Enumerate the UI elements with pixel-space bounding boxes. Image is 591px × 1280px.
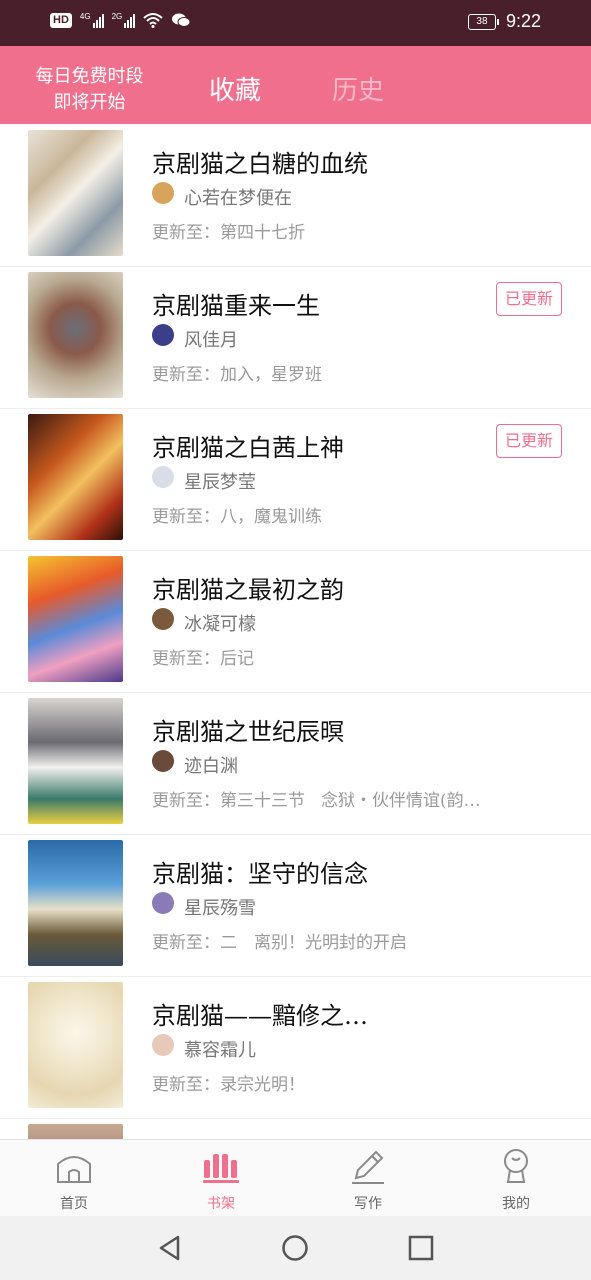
bookshelf-list[interactable]: 京剧猫之白糖的血统 心若在梦便在 更新至：第四十七折 京剧猫重来一生 已更新 风… [0,124,591,1140]
author-avatar [152,750,174,772]
book-author: 心若在梦便在 [184,188,292,209]
nav-home[interactable]: 首页 [24,1140,124,1217]
comic-cover-image [28,840,123,966]
book-author: 星辰梦莹 [184,472,256,493]
book-item[interactable]: 京剧猫之世纪辰暝 迹白渊 更新至：第三十三节 念狱・伙伴情谊(韵… [0,692,591,835]
shelf-header: 每日免费时段 即将开始 收藏 历史 [0,46,591,124]
updated-badge: 已更新 [496,424,562,458]
hd-icon: HD [50,12,72,28]
system-nav-bar [0,1216,591,1280]
comic-cover-image [28,1124,123,1140]
battery-icon: 38 [467,13,499,30]
signal-2g-icon: 2G [112,12,136,28]
book-update: 更新至：录宗光明！ [152,1075,305,1095]
book-update: 更新至：八，魔鬼训练 [152,507,322,527]
author-avatar [152,324,174,346]
home-circle-icon[interactable] [281,1234,309,1262]
bookshelf-icon [203,1154,239,1183]
profile-icon [504,1149,528,1183]
book-update-extra: 念狱・伙伴情谊(韵… [321,791,481,811]
book-title: 京剧猫之白糖的血统 [152,150,368,178]
book-author: 冰凝可檬 [184,614,256,635]
tab-history[interactable]: 历史 [332,70,384,107]
home-icon [57,1156,91,1183]
book-update: 更新至：第四十七折 [152,223,305,243]
comic-cover-image [28,556,123,682]
book-item[interactable]: 京剧猫之最初之韵 冰凝可檬 更新至：后记 [0,550,591,693]
promo-line-1: 每日免费时段 [35,66,144,87]
book-item[interactable]: 京剧猫：坚守的信念 星辰殇雪 更新至：二 离别！光明封的开启 [0,834,591,977]
book-update: 更新至：二 离别！光明封的开启 [152,933,407,953]
status-bar: HD 4G 2G 38 9:22 [0,0,591,46]
comic-cover-image [28,130,123,256]
promo-line-2: 即将开始 [53,92,126,113]
book-update: 更新至：第三十三节 念狱・伙伴情谊(韵… [152,791,481,811]
book-author: 风佳月 [184,330,238,351]
comic-cover-image [28,698,123,824]
book-author: 星辰殇雪 [184,898,256,919]
recent-apps-icon[interactable] [407,1234,435,1262]
book-item-partial[interactable] [0,1118,591,1140]
book-author: 迹白渊 [184,756,238,777]
comic-cover-image [28,272,123,398]
book-update: 更新至：加入，星罗班 [152,365,322,385]
book-update: 更新至：后记 [152,649,254,669]
tab-favorites[interactable]: 收藏 [209,70,261,107]
book-item[interactable]: 京剧猫——黯修之… 慕容霜儿 更新至：录宗光明！ [0,976,591,1119]
status-time: 9:22 [505,11,541,31]
nav-profile-label: 我的 [502,1196,530,1212]
book-title: 京剧猫之最初之韵 [152,576,344,604]
comic-cover-image [28,982,123,1108]
book-title: 京剧猫之白茜上神 [152,434,344,462]
author-avatar [152,182,174,204]
book-title: 京剧猫：坚守的信念 [152,860,368,888]
updated-badge: 已更新 [496,282,562,316]
book-title: 京剧猫——黯修之… [152,1002,368,1030]
wechat-icon [172,13,191,27]
back-icon[interactable] [156,1234,184,1262]
status-right: 38 9:22 [467,11,541,32]
comic-cover-image [28,414,123,540]
free-period-promo[interactable]: 每日免费时段 即将开始 [22,64,157,116]
bottom-nav: 首页 书架 写作 我的 [0,1139,591,1217]
signal-4g-icon: 4G [80,12,104,28]
author-avatar [152,892,174,914]
nav-write[interactable]: 写作 [318,1140,418,1217]
nav-write-label: 写作 [354,1196,382,1212]
book-item[interactable]: 京剧猫之白糖的血统 心若在梦便在 更新至：第四十七折 [0,124,591,267]
author-avatar [152,1034,174,1056]
book-title: 京剧猫重来一生 [152,292,320,320]
book-title: 京剧猫之世纪辰暝 [152,718,344,746]
book-author: 慕容霜儿 [184,1040,256,1061]
nav-home-label: 首页 [60,1196,88,1212]
nav-bookshelf[interactable]: 书架 [171,1140,271,1217]
status-left: HD 4G 2G [50,12,191,28]
pen-icon [352,1150,384,1184]
book-item[interactable]: 京剧猫重来一生 已更新 风佳月 更新至：加入，星罗班 [0,266,591,409]
book-item[interactable]: 京剧猫之白茜上神 已更新 星辰梦莹 更新至：八，魔鬼训练 [0,408,591,551]
wifi-icon [143,13,163,28]
author-avatar [152,466,174,488]
nav-bookshelf-label: 书架 [207,1196,235,1212]
author-avatar [152,608,174,630]
nav-profile[interactable]: 我的 [466,1140,566,1217]
